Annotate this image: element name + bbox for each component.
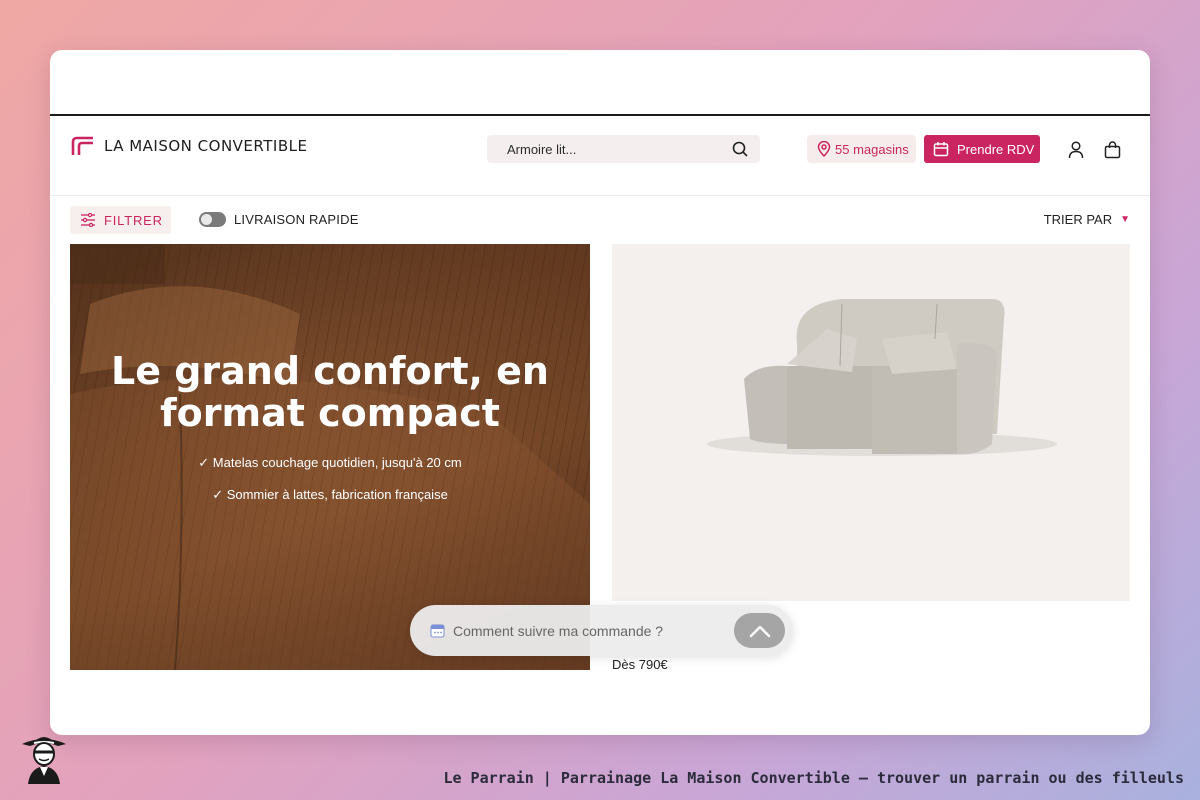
bag-icon — [1104, 141, 1120, 159]
promo-title: Le grand confort, en format compact — [70, 350, 590, 434]
promo-bullet-text: Matelas couchage quotidien, jusqu'à 20 c… — [212, 455, 462, 470]
logo-mark-icon — [71, 136, 93, 155]
logo-text: LA MAISON CONVERTIBLE — [104, 137, 308, 155]
product-card-image[interactable] — [612, 244, 1130, 601]
fast-delivery-toggle[interactable]: LIVRAISON RAPIDE — [199, 212, 359, 227]
sort-label: TRIER PAR — [1043, 212, 1113, 227]
appointment-label: Prendre RDV — [957, 141, 1035, 157]
map-pin-icon — [817, 141, 831, 157]
promo-bullet-1: ✓ Matelas couchage quotidien, jusqu'à 20… — [70, 455, 590, 471]
promo-title-line2: format compact — [160, 391, 500, 435]
top-blank-bar — [50, 50, 1150, 116]
promo-bullet-2: ✓ Sommier à lattes, fabrication français… — [70, 487, 590, 503]
user-icon — [1068, 141, 1084, 159]
chat-widget[interactable]: Comment suivre ma commande ? — [410, 605, 793, 656]
check-icon: ✓ — [198, 455, 213, 470]
page-caption: Le Parrain | Parrainage La Maison Conver… — [443, 769, 1184, 787]
filter-sliders-icon — [81, 213, 95, 227]
browser-window: LA MAISON CONVERTIBLE Armoire lit... 55 … — [50, 50, 1150, 735]
product-price: Dès 790€ — [612, 657, 668, 672]
filter-button[interactable]: FILTRER — [70, 206, 171, 234]
calendar-icon — [933, 142, 949, 157]
godfather-mascot-icon — [22, 737, 66, 784]
fast-delivery-label: LIVRAISON RAPIDE — [234, 212, 359, 227]
appointment-button[interactable]: Prendre RDV — [924, 135, 1040, 163]
chat-input[interactable]: Comment suivre ma commande ? — [453, 623, 663, 639]
stores-label: 55 magasins — [835, 141, 909, 157]
search-icon[interactable] — [732, 141, 748, 157]
listing-toolbar: FILTRER LIVRAISON RAPIDE TRIER PAR ▼ — [50, 196, 1150, 244]
search-input[interactable]: Armoire lit... — [507, 142, 576, 157]
filter-label: FILTRER — [104, 212, 163, 228]
promo-title-line1: Le grand confort, en — [110, 349, 549, 393]
search-bar[interactable]: Armoire lit... — [487, 135, 760, 163]
stores-button[interactable]: 55 magasins — [807, 135, 916, 163]
cart-button[interactable] — [1102, 140, 1122, 160]
sofa-bed-image — [707, 299, 1057, 456]
account-button[interactable] — [1066, 140, 1086, 160]
chevron-down-icon: ▼ — [1120, 214, 1130, 225]
chat-expand-button[interactable] — [734, 613, 785, 648]
check-icon: ✓ — [212, 487, 227, 502]
sort-dropdown[interactable]: TRIER PAR ▼ — [1044, 212, 1130, 227]
brand-logo[interactable]: LA MAISON CONVERTIBLE — [70, 136, 307, 156]
calendar-emoji-icon — [430, 624, 445, 638]
chevron-up-icon — [749, 625, 770, 637]
toggle-switch[interactable] — [199, 212, 226, 227]
site-header: LA MAISON CONVERTIBLE Armoire lit... 55 … — [50, 116, 1150, 196]
promo-bullet-text: Sommier à lattes, fabrication française — [226, 487, 448, 502]
